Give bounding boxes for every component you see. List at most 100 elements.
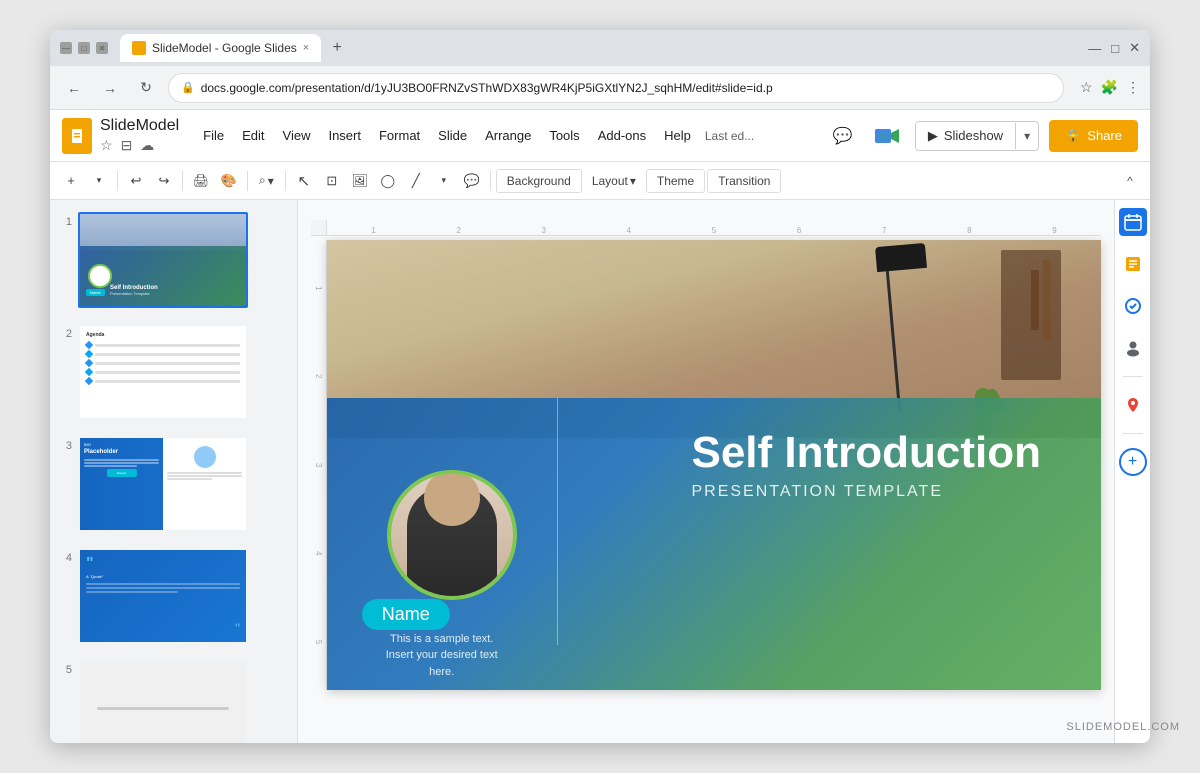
redo-button[interactable]: ↪ — [151, 168, 177, 194]
slide-title-area: Self Introduction PRESENTATION TEMPLATE — [691, 429, 1041, 501]
theme-button[interactable]: Theme — [646, 169, 705, 193]
contacts-sidebar-icon[interactable] — [1119, 334, 1147, 362]
slide-image-4[interactable]: " A "Quote" " — [78, 548, 248, 644]
shapes-tool[interactable]: ◯ — [375, 168, 401, 194]
menu-file[interactable]: File — [195, 124, 232, 147]
notes-sidebar-icon[interactable] — [1119, 250, 1147, 278]
add-dropdown[interactable]: ▾ — [86, 168, 112, 194]
slide-thumbnail-4[interactable]: 4 " A "Quote" " — [54, 544, 293, 648]
slideshow-icon: ▶ — [928, 128, 938, 144]
tab-close-button[interactable]: × — [303, 42, 309, 54]
collapse-toolbar-button[interactable]: ^ — [1118, 169, 1142, 193]
slide-thumbnail-1[interactable]: 1 Self IntroductionPresentation Template… — [54, 208, 293, 312]
text-box-tool[interactable]: ⊡ — [319, 168, 345, 194]
bookmark-icon[interactable]: ☆ — [1080, 79, 1093, 96]
zoom-control[interactable]: ⌕ ▾ — [253, 171, 280, 190]
menu-edit[interactable]: Edit — [234, 124, 272, 147]
ruler-vmark-2: 2 — [314, 374, 323, 378]
line-dropdown[interactable]: ▾ — [431, 168, 457, 194]
window-minimize-icon[interactable]: — — [1088, 41, 1101, 56]
share-lock-icon: 🔒 — [1065, 128, 1081, 144]
layout-dropdown-icon: ▾ — [630, 174, 636, 188]
slideshow-button[interactable]: ▶ Slideshow — [916, 122, 1015, 150]
transition-button[interactable]: Transition — [707, 169, 781, 193]
menu-view[interactable]: View — [275, 124, 319, 147]
print-button[interactable]: 🖨 — [188, 168, 214, 194]
star-icon[interactable]: ☆ — [100, 137, 113, 154]
zoom-dropdown-icon: ▾ — [268, 174, 274, 188]
slide-canvas[interactable]: Name This is a sample text. Insert your … — [327, 240, 1101, 690]
folder-icon[interactable]: ⊟ — [121, 137, 133, 154]
forward-button[interactable]: → — [96, 74, 124, 102]
cloud-icon[interactable]: ☁ — [140, 137, 154, 154]
back-button[interactable]: ← — [60, 74, 88, 102]
menu-bar: File Edit View Insert Format Slide Arran… — [195, 124, 754, 147]
slide-thumbnail-2[interactable]: 2 Agenda — [54, 320, 293, 424]
maps-sidebar-icon[interactable] — [1119, 391, 1147, 419]
ruler-mark-6: 6 — [797, 226, 801, 235]
slide-image-5[interactable] — [78, 660, 248, 743]
slide-image-1[interactable]: Self IntroductionPresentation Template N… — [78, 212, 248, 308]
maximize-button[interactable]: □ — [78, 42, 90, 54]
calendar-sidebar-icon[interactable] — [1119, 208, 1147, 236]
image-tool[interactable]: 🖼 — [347, 168, 373, 194]
canvas-area: 1 2 3 4 5 6 7 8 9 1 2 — [298, 200, 1114, 743]
slide-title: Self Introduction — [691, 429, 1041, 477]
close-button[interactable]: ✕ — [96, 42, 108, 54]
undo-button[interactable]: ↩ — [123, 168, 149, 194]
share-button[interactable]: 🔒 Share — [1049, 120, 1138, 152]
slide-number-1: 1 — [58, 216, 72, 228]
ruler-vmark-5: 5 — [314, 640, 323, 644]
comment-tool[interactable]: 💬 — [459, 168, 485, 194]
slide-thumbnail-5[interactable]: 5 — [54, 656, 293, 743]
address-bar[interactable]: 🔒 docs.google.com/presentation/d/1yJU3BO… — [168, 73, 1064, 103]
tasks-sidebar-icon[interactable] — [1119, 292, 1147, 320]
ruler-mark-7: 7 — [882, 226, 886, 235]
sample-text-content: This is a sample text. Insert your desir… — [386, 633, 498, 678]
menu-addons[interactable]: Add-ons — [590, 124, 654, 147]
window-maximize-icon[interactable]: □ — [1111, 41, 1119, 56]
chat-button[interactable]: 💬 — [827, 120, 859, 152]
menu-arrange[interactable]: Arrange — [477, 124, 539, 147]
menu-tools[interactable]: Tools — [541, 124, 587, 147]
presenter-photo — [387, 470, 517, 600]
window-close-icon[interactable]: ✕ — [1129, 40, 1140, 56]
menu-slide[interactable]: Slide — [430, 124, 475, 147]
slide-image-3[interactable]: BIO Placeholder Source — [78, 436, 248, 532]
ruler-mark-8: 8 — [967, 226, 971, 235]
extensions-icon[interactable]: 🧩 — [1101, 79, 1118, 96]
menu-insert[interactable]: Insert — [320, 124, 369, 147]
cursor-tool[interactable]: ↖ — [291, 168, 317, 194]
ruler-vmark-4: 4 — [314, 551, 323, 555]
right-sidebar: + — [1114, 200, 1150, 743]
paint-format-button[interactable]: 🎨 — [216, 168, 242, 194]
slideshow-dropdown[interactable]: ▾ — [1015, 123, 1038, 149]
layout-label: Layout — [592, 174, 628, 188]
slides-panel: 1 Self IntroductionPresentation Template… — [50, 200, 298, 743]
lock-icon: 🔒 — [181, 81, 195, 94]
minimize-button[interactable]: — — [60, 42, 72, 54]
new-tab-button[interactable]: + — [325, 36, 349, 60]
browser-menu-icon[interactable]: ⋮ — [1126, 79, 1140, 96]
refresh-button[interactable]: ↻ — [132, 74, 160, 102]
layout-button[interactable]: Layout ▾ — [584, 170, 644, 192]
last-edited-text: Last ed... — [705, 129, 754, 143]
active-tab[interactable]: SlideModel - Google Slides × — [120, 34, 321, 62]
ruler-mark-3: 3 — [542, 226, 546, 235]
menu-help[interactable]: Help — [656, 124, 699, 147]
background-button[interactable]: Background — [496, 169, 582, 193]
zoom-icon: ⌕ — [259, 173, 266, 188]
line-tool[interactable]: ╱ — [403, 168, 429, 194]
slide-thumbnail-3[interactable]: 3 BIO Placeholder — [54, 432, 293, 536]
menu-format[interactable]: Format — [371, 124, 428, 147]
slide-image-2[interactable]: Agenda — [78, 324, 248, 420]
meet-button[interactable] — [869, 118, 905, 154]
app-name: SlideModel — [100, 117, 179, 135]
ruler-mark-2: 2 — [456, 226, 460, 235]
add-button[interactable]: + — [58, 168, 84, 194]
ruler-mark-1: 1 — [371, 226, 375, 235]
slideshow-label: Slideshow — [944, 128, 1003, 143]
add-sidebar-button[interactable]: + — [1119, 448, 1147, 476]
toolbar-separator-4 — [285, 171, 286, 191]
ruler-mark-4: 4 — [627, 226, 631, 235]
